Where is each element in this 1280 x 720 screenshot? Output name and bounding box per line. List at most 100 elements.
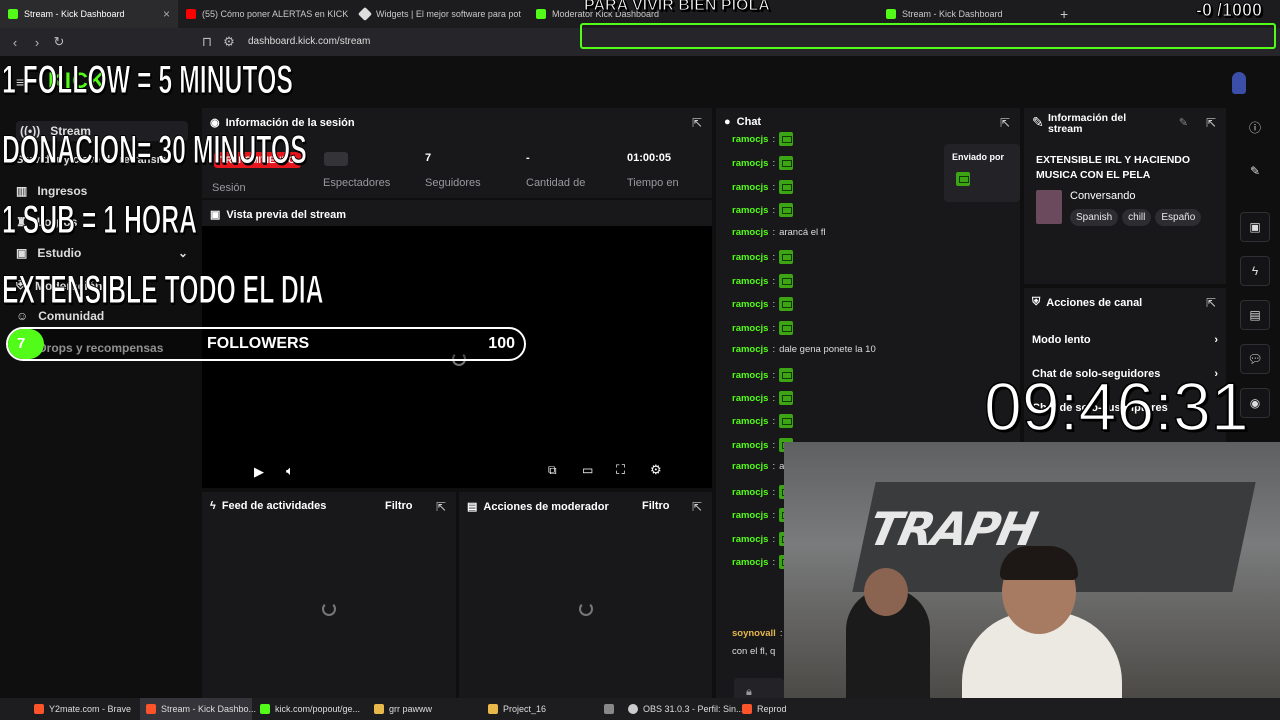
emote-icon [779,274,794,288]
chat-username[interactable]: ramocjs [732,323,768,334]
tag[interactable]: Españo [1155,209,1202,226]
url-field[interactable]: dashboard.kick.com/stream [248,36,370,47]
address-bar: ‹ › ↻ ⊓ ⚙ dashboard.kick.com/stream [0,23,1280,56]
category-label[interactable]: Conversando [1070,190,1135,202]
chat-username[interactable]: ramocjs [732,158,768,169]
reload-icon[interactable]: ↻ [48,34,70,50]
taskbar-item[interactable]: grr pawww [368,698,438,720]
chat-title: ● Chat [724,116,762,128]
mod-filter-button[interactable]: Filtro [642,500,670,512]
pencil-icon[interactable]: ✎ [1240,156,1270,186]
back-icon[interactable]: ‹ [4,35,26,50]
chat-icon: ● [724,116,731,128]
pip-icon[interactable]: ⧉ [548,463,557,478]
followers-count: 7 [425,152,432,164]
chart-icon: ▥ [16,184,28,198]
chat-username[interactable]: ramocjs [732,510,768,521]
chat-separator: : [772,157,776,169]
taskbar-item[interactable]: Stream - Kick Dashbo... [140,698,256,720]
expand-icon[interactable]: ⇱ [1206,296,1216,310]
expand-icon[interactable]: ⇱ [1206,116,1216,130]
fullscreen-icon[interactable]: ⛶ [616,462,625,478]
volume-icon[interactable]: 🔈︎ [286,463,294,479]
emote-icon [779,321,794,335]
youtube-icon [186,9,196,19]
expand-icon[interactable]: ⇱ [692,500,702,514]
activity-feed-panel: ϟ Feed de actividades Filtro ⇱ [202,492,456,698]
taskbar-item[interactable]: Project_16 [482,698,552,720]
chat-text: arancá el fl [779,227,826,238]
taskbar-item[interactable] [598,698,620,720]
chat-separator: : [772,344,776,355]
chat-username[interactable]: ramocjs [732,252,768,263]
tag[interactable]: Spanish [1070,209,1119,226]
info-icon[interactable]: ⓘ [1240,112,1270,142]
stream-preview-toggle-icon[interactable]: ▣ [1240,212,1270,242]
chat-username[interactable]: ramocjs [732,370,768,381]
theater-icon[interactable]: ▭ [582,463,593,477]
forward-icon[interactable]: › [26,35,48,50]
edit-icon[interactable]: ✎ [1179,116,1188,129]
overlay-line-sub: 1 SUB = 1 HORA [2,198,198,243]
chat-message: ramocjs: [732,250,794,264]
emote-icon [779,414,794,428]
brave-icon [146,704,156,714]
chat-username[interactable]: ramocjs [732,134,768,145]
slow-mode-item[interactable]: Modo lento › [1032,334,1218,346]
taskbar-item[interactable]: Y2mate.com - Brave [28,698,137,720]
emote-icon [779,391,794,405]
avatar[interactable] [1232,72,1246,94]
chat-username[interactable]: ramocjs [732,182,768,193]
feed-filter-button[interactable]: Filtro [385,500,413,512]
taskbar-item[interactable]: OBS 31.0.3 - Perfil: Sin... [622,698,750,720]
browser-tab[interactable]: Stream - Kick Dashboard × [0,0,178,28]
follower-goal-fill [8,329,45,359]
expand-icon[interactable]: ⇱ [436,500,446,514]
expand-icon[interactable]: ⇱ [1000,116,1010,130]
chat-username[interactable]: ramocjs [732,227,768,238]
chat-username[interactable]: ramocjs [732,299,768,310]
preview-icon: ▣ [210,209,221,221]
viewers-label: Espectadores [323,177,391,189]
overlay-top-right-counter: -0 /1000 [1195,0,1263,21]
bolt-icon[interactable]: ϟ [1240,256,1270,286]
overlay-clock: 09:46:31 [983,368,1249,446]
sidebar-item-estudio[interactable]: ▣ Estudio ⌄ [16,246,188,260]
chat-message: ramocjs: [732,156,794,170]
play-icon[interactable]: ▶ [254,464,264,480]
chat-username[interactable]: ramocjs [732,534,768,545]
folder-icon [488,704,498,714]
pinned-message[interactable]: Enviado por [944,144,1020,202]
site-settings-icon[interactable]: ⚙ [218,34,240,50]
document-icon[interactable]: ▤ [1240,300,1270,330]
overlay-frame [580,23,1276,49]
chat-message: ramocjs: [732,297,794,311]
chat-separator: : [772,298,776,310]
chat-message: ramocjs: [732,368,794,382]
chat-username[interactable]: ramocjs [732,205,768,216]
chat-username[interactable]: ramocjs [732,344,768,355]
widgets-icon [357,6,373,22]
taskbar-item[interactable]: Reprod [736,698,793,720]
expand-icon[interactable]: ⇱ [692,116,702,130]
chat-username[interactable]: ramocjs [732,393,768,404]
bookmark-icon[interactable]: ⊓ [196,34,218,50]
chat-username[interactable]: ramocjs [732,416,768,427]
chat-message: ramocjs: arancá el fl [732,227,826,238]
browser-tab[interactable]: Widgets | El mejor software para pot [352,0,524,28]
emote-icon [779,180,794,194]
follower-goal-count: 7 [17,335,26,352]
chat-separator: : [772,509,776,521]
browser-tab[interactable]: (55) Cómo poner ALERTAS en KICK - [178,0,350,28]
sidebar-item-ingresos[interactable]: ▥ Ingresos [16,184,87,198]
chat-message: ramocjs: [732,132,794,146]
taskbar-item[interactable]: kick.com/popout/ge... [254,698,366,720]
chat-username[interactable]: ramocjs [732,557,768,568]
close-tab-icon[interactable]: × [163,7,170,21]
chat-username[interactable]: ramocjs [732,487,768,498]
chat-username[interactable]: ramocjs [732,276,768,287]
settings-icon[interactable]: ⚙ [650,462,662,478]
chat-username[interactable]: ramocjs [732,461,768,472]
tag[interactable]: chill [1122,209,1152,226]
chat-username[interactable]: ramocjs [732,440,768,451]
